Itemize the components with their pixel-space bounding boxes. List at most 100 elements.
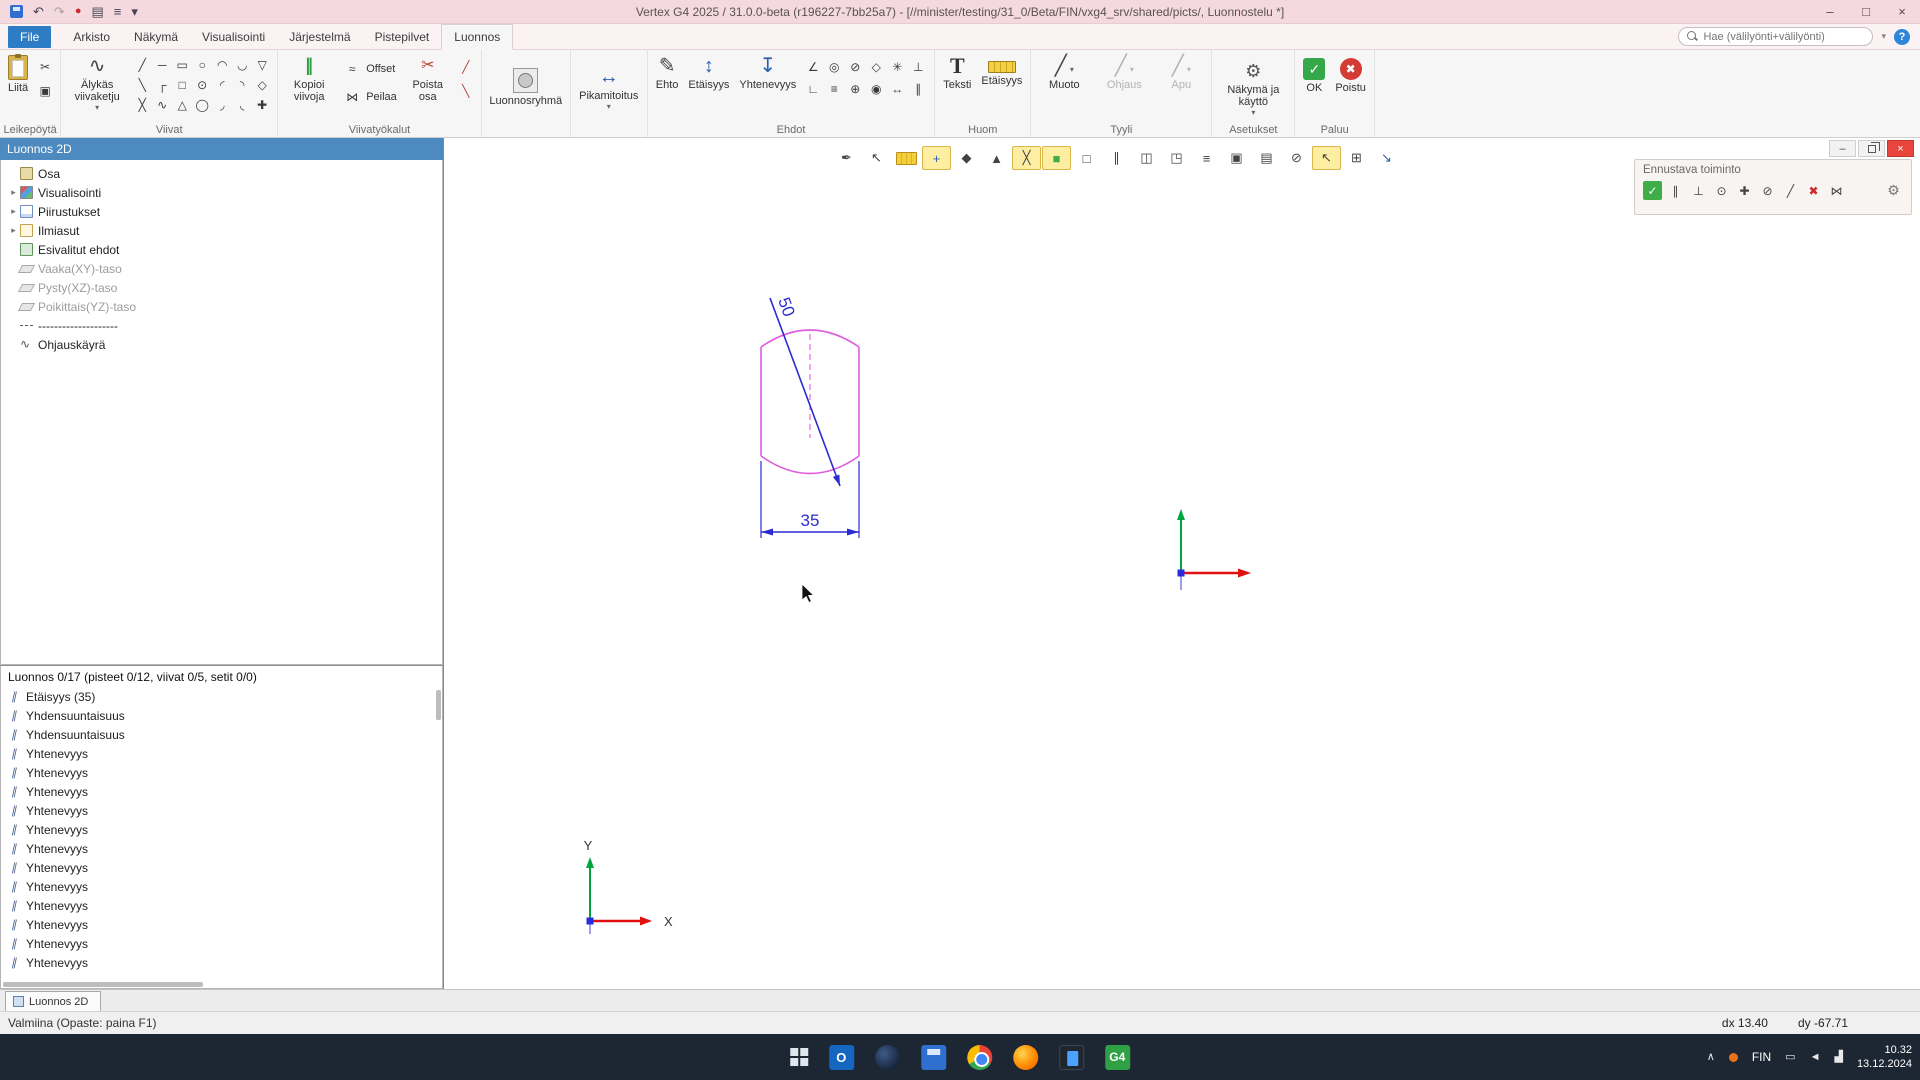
pan-icon[interactable]: ↘ — [1372, 146, 1401, 170]
concentric-icon[interactable]: ◎ — [824, 57, 844, 77]
vertical-scrollbar[interactable] — [436, 690, 441, 980]
snap-midpoint-icon[interactable]: ▲ — [982, 146, 1011, 170]
record-icon[interactable]: ● — [75, 6, 82, 17]
triangle-down-icon[interactable]: ▽ — [252, 55, 272, 75]
perpendicular-icon[interactable]: ⊥ — [908, 57, 928, 77]
arc-tr-icon[interactable]: ◝ — [232, 75, 252, 95]
tree-item-ohjauskayra[interactable]: ∿Ohjauskäyrä — [1, 335, 442, 354]
file-menu-button[interactable]: File — [8, 26, 51, 48]
parallel-constraint-icon[interactable]: ∥ — [1666, 181, 1685, 200]
dimension-35[interactable]: 35 — [761, 461, 859, 538]
clean-icon[interactable]: ⊘ — [1282, 146, 1311, 170]
diamond-icon[interactable]: ◇ — [252, 75, 272, 95]
arc-bottom-icon[interactable]: ◡ — [232, 55, 252, 75]
speaker-icon[interactable]: ◄ — [1810, 1052, 1821, 1063]
cut-icon[interactable]: ✂ — [35, 57, 55, 77]
fix-icon[interactable]: ◉ — [866, 79, 886, 99]
add-constraint-icon[interactable]: ✚ — [1735, 181, 1754, 200]
tab-visualisointi[interactable]: Visualisointi — [190, 24, 277, 50]
disk-app-icon[interactable] — [921, 1045, 946, 1070]
tab-arkisto[interactable]: Arkisto — [61, 24, 122, 50]
tray-notification-icon[interactable] — [1729, 1053, 1738, 1062]
tab-jarjestelma[interactable]: Järjestelmä — [277, 24, 362, 50]
arc-tl-icon[interactable]: ◜ — [212, 75, 232, 95]
quick-dimension-button[interactable]: ↔ Pikamitoitus ▾ — [576, 64, 642, 112]
mdi-minimize-button[interactable]: – — [1829, 140, 1856, 157]
constraint-item[interactable]: ∥Yhtenevyys — [1, 915, 442, 934]
grid-icon[interactable]: ⊞ — [1342, 146, 1371, 170]
network-icon[interactable]: ▟ — [1834, 1052, 1842, 1063]
qat-chevron-icon[interactable]: ▾ — [131, 5, 138, 18]
triangle-icon[interactable]: △ — [172, 95, 192, 115]
line-constraint-icon[interactable]: ╱ — [1781, 181, 1800, 200]
no-constraint-icon[interactable]: ⊘ — [1758, 181, 1777, 200]
save-icon[interactable] — [10, 5, 23, 18]
undo-icon[interactable]: ↶ — [33, 5, 44, 18]
pattern-icon[interactable]: ✳ — [887, 57, 907, 77]
tab-luonnos-2d[interactable]: Luonnos 2D — [5, 991, 101, 1011]
coincident-constraint-button[interactable]: ↧ Yhtenevyys — [736, 53, 799, 93]
symmetry-icon[interactable]: ◇ — [866, 57, 886, 77]
concentric-constraint-icon[interactable]: ⊙ — [1712, 181, 1731, 200]
constraint-item[interactable]: ∥Yhdensuuntaisuus — [1, 706, 442, 725]
confirm-icon[interactable]: ✓ — [1643, 181, 1662, 200]
touch-keyboard-icon[interactable]: ▭ — [1785, 1052, 1795, 1063]
mdi-restore-button[interactable] — [1858, 140, 1885, 157]
constraint-item[interactable]: ∥Yhtenevyys — [1, 877, 442, 896]
search-chevron-icon[interactable]: ▾ — [1881, 31, 1886, 42]
ortho-icon[interactable]: □ — [1072, 146, 1101, 170]
constraint-item[interactable]: ∥Yhtenevyys — [1, 934, 442, 953]
hline-icon[interactable]: ─ — [152, 55, 172, 75]
diameter-icon[interactable]: ⊘ — [845, 57, 865, 77]
constraint-button[interactable]: ✎ Ehto — [653, 53, 682, 93]
line-icon[interactable]: ╱ — [132, 55, 152, 75]
annotation-dimension-button[interactable]: Etäisyys — [978, 53, 1025, 89]
extend-icon[interactable]: ╲ — [456, 81, 476, 101]
snap-endpoint-icon[interactable]: ◆ — [952, 146, 981, 170]
constraint-item[interactable]: ∥Yhtenevyys — [1, 782, 442, 801]
new-document-icon[interactable]: ▤ — [91, 5, 103, 18]
clock[interactable]: 10.32 13.12.2024 — [1857, 1043, 1912, 1071]
delete-part-button[interactable]: ✂ Poista osa — [404, 53, 452, 105]
snap-intersection-icon[interactable]: ╳ — [1012, 146, 1041, 170]
tree-item-piirustukset[interactable]: ▸Piirustukset — [1, 202, 442, 221]
expand-icon[interactable]: ▸ — [7, 206, 20, 217]
tree-item-osa[interactable]: Osa — [1, 164, 442, 183]
search-box[interactable] — [1678, 27, 1873, 46]
list-icon[interactable]: ≡ — [1192, 146, 1221, 170]
constraint-item[interactable]: ∥Etäisyys (35) — [1, 687, 442, 706]
offset-button[interactable]: ≈ Offset — [339, 57, 398, 81]
tree-item-visualisointi[interactable]: ▸Visualisointi — [1, 183, 442, 202]
circle-icon[interactable]: ○ — [192, 55, 212, 75]
tree-item-separator[interactable]: -------------------- — [1, 316, 442, 335]
constraint-item[interactable]: ∥Yhtenevyys — [1, 839, 442, 858]
language-indicator[interactable]: FIN — [1752, 1050, 1771, 1064]
settings-gear-icon[interactable]: ⚙ — [1884, 181, 1903, 200]
perpendicular-constraint-icon[interactable]: ⊥ — [1689, 181, 1708, 200]
mirror-constraint-icon[interactable]: ⋈ — [1827, 181, 1846, 200]
box-view-icon[interactable]: ◫ — [1132, 146, 1161, 170]
constraint-item[interactable]: ∥Yhtenevyys — [1, 858, 442, 877]
smart-polyline-button[interactable]: ∿ Älykäs viivaketju ▾ — [66, 53, 128, 113]
iso-view-icon[interactable]: ◳ — [1162, 146, 1191, 170]
tab-luonnos[interactable]: Luonnos — [441, 24, 513, 50]
copy-icon[interactable]: ▣ — [35, 81, 55, 101]
constraint-item[interactable]: ∥Yhtenevyys — [1, 801, 442, 820]
equal-icon[interactable]: ≡ — [824, 79, 844, 99]
ok-button[interactable]: ✓ OK — [1300, 56, 1328, 96]
rect-icon[interactable]: ▭ — [172, 55, 192, 75]
tab-pistepilvet[interactable]: Pistepilvet — [363, 24, 442, 50]
mdi-close-button[interactable]: × — [1887, 140, 1914, 157]
constraint-item[interactable]: ∥Yhtenevyys — [1, 820, 442, 839]
tree-item-xz-plane[interactable]: Pysty(XZ)-taso — [1, 278, 442, 297]
distance-constraint-button[interactable]: ↕ Etäisyys — [685, 53, 732, 93]
search-input[interactable] — [1703, 31, 1853, 43]
outlook-icon[interactable]: O — [829, 1045, 854, 1070]
constraint-item[interactable]: ∥Yhtenevyys — [1, 896, 442, 915]
grid-snap-icon[interactable]: ■ — [1042, 146, 1071, 170]
constraint-item[interactable]: ∥Yhtenevyys — [1, 763, 442, 782]
expand-icon[interactable]: ▸ — [7, 225, 20, 236]
mirror-button[interactable]: ⋈ Peilaa — [339, 85, 400, 109]
pin-icon[interactable]: ✒ — [832, 146, 861, 170]
tab-nakyma[interactable]: Näkymä — [122, 24, 190, 50]
